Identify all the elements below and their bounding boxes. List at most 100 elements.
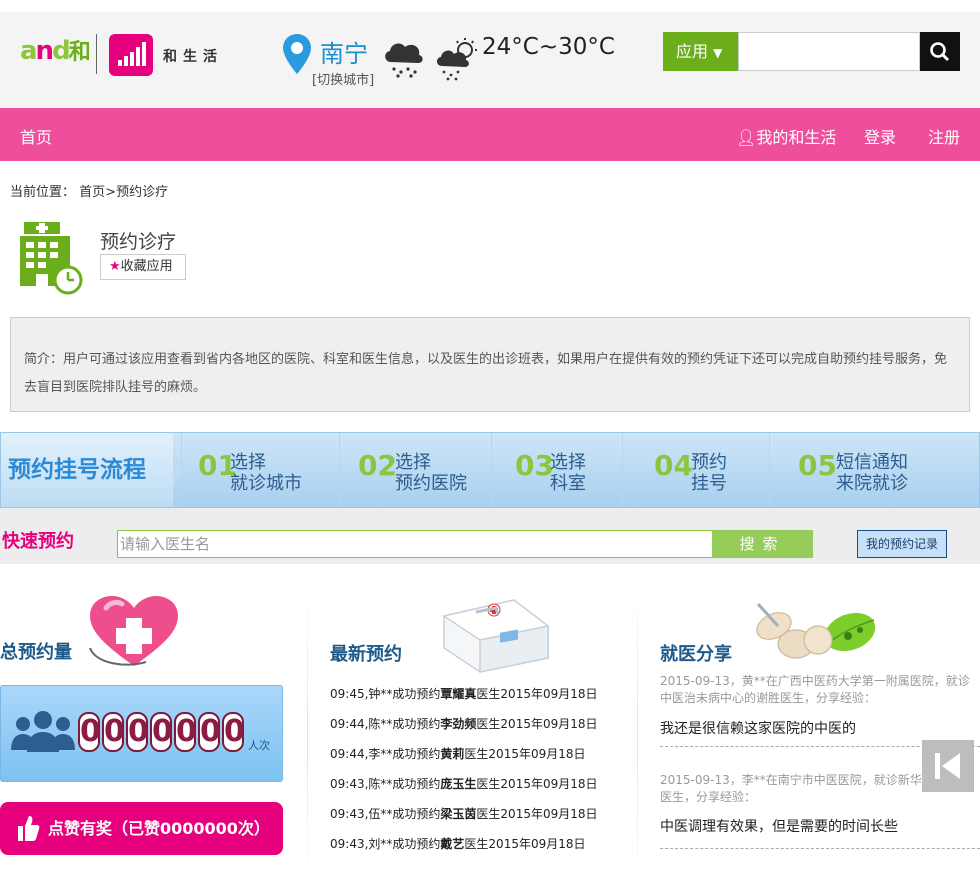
breadcrumb-separator: > bbox=[105, 185, 117, 200]
people-group-icon bbox=[11, 711, 75, 752]
booking-digits: 0 0 0 0 0 0 0 bbox=[78, 712, 245, 752]
doctor-name-input[interactable]: 请输入医生名 bbox=[117, 530, 713, 558]
app-intro: 简介：用户可通过该应用查看到省内各地区的医院、科室和医生信息，以及医生的出诊班表… bbox=[10, 317, 970, 412]
share-title: 就医分享 bbox=[660, 644, 732, 665]
share-text[interactable]: 中医调理有效果，但是需要的时间长些 bbox=[660, 816, 898, 836]
thumbs-up-icon bbox=[18, 816, 40, 841]
recent-doctor: 覃耀真 bbox=[440, 687, 477, 701]
share-divider bbox=[660, 848, 980, 849]
recent-item-suffix: 医生2015年09月18日 bbox=[476, 717, 598, 731]
total-bookings-title: 总预约量 bbox=[0, 642, 72, 663]
nav-home[interactable]: 首页 bbox=[20, 124, 52, 148]
sun-cloud-rain-icon bbox=[436, 38, 477, 81]
recent-item-prefix: 09:43,陈**成功预约 bbox=[330, 777, 441, 791]
recent-item[interactable]: 09:44,陈**成功预约李劲频医生2015年09月18日 bbox=[330, 715, 598, 732]
flow-step-2: 02 选择 预约医院 bbox=[339, 433, 491, 507]
flow-step-3: 03 选择 科室 bbox=[491, 433, 622, 507]
like-label: 点赞有奖（已赞0000000次） bbox=[48, 819, 270, 838]
booking-flow: 预约挂号流程 01 选择 就诊城市 02 选择 预约医院 03 选择 科室 04 预约… bbox=[0, 432, 980, 508]
recent-doctor: 梁玉茵 bbox=[440, 807, 477, 821]
nav-my-life[interactable]: 👤︎我的和生活 bbox=[736, 124, 836, 148]
digit: 0 bbox=[78, 712, 101, 752]
recent-item-prefix: 09:43,伍**成功预约 bbox=[330, 807, 441, 821]
breadcrumb-home[interactable]: 首页 bbox=[79, 185, 105, 200]
digit: 0 bbox=[102, 712, 125, 752]
recent-doctor: 李劲频 bbox=[440, 717, 477, 731]
share-text[interactable]: 我还是很信赖这家医院的中医的 bbox=[660, 718, 856, 738]
first-aid-kit-icon bbox=[442, 599, 550, 673]
recent-item-suffix: 医生2015年09月18日 bbox=[464, 747, 586, 761]
favorite-label: 收藏应用 bbox=[120, 259, 173, 274]
step-line2: 挂号 bbox=[691, 473, 727, 494]
step-label: 选择 就诊城市 bbox=[230, 452, 302, 494]
site-search-input[interactable] bbox=[738, 32, 920, 71]
flow-step-5: 05 短信通知 来院就诊 bbox=[769, 433, 979, 507]
digit: 0 bbox=[198, 712, 221, 752]
quick-booking: 快速预约 请输入医生名 搜索 我的预约记录 bbox=[0, 508, 980, 564]
recent-item[interactable]: 09:43,刘**成功预约戴艺医生2015年09月18日 bbox=[330, 835, 586, 852]
step-label: 选择 科室 bbox=[550, 452, 586, 494]
step-line2: 预约医院 bbox=[395, 473, 467, 494]
recent-doctor: 黄莉 bbox=[440, 747, 465, 761]
nav-login[interactable]: 登录 bbox=[864, 124, 896, 148]
site-header: and和 和生活 南宁 [切换城市] 24°C~30°C 应用 ▼ bbox=[0, 12, 980, 108]
step-line1: 选择 bbox=[395, 452, 431, 473]
nav-register[interactable]: 注册 bbox=[928, 124, 960, 148]
step-label: 短信通知 来院就诊 bbox=[836, 452, 908, 494]
doctor-search-button[interactable]: 搜索 bbox=[712, 530, 813, 558]
digit: 0 bbox=[174, 712, 197, 752]
recent-item-suffix: 医生2015年09月18日 bbox=[476, 687, 598, 701]
switch-city-link[interactable]: [切换城市] bbox=[312, 69, 374, 88]
recent-item-prefix: 09:44,李**成功预约 bbox=[330, 747, 441, 761]
recent-item[interactable]: 09:45,钟**成功预约覃耀真医生2015年09月18日 bbox=[330, 685, 598, 702]
recent-doctor: 庞玉生 bbox=[440, 777, 477, 791]
app-title: 预约诊疗 bbox=[100, 231, 177, 253]
step-number: 05 bbox=[798, 449, 837, 482]
favorite-button[interactable]: ★收藏应用 bbox=[100, 254, 186, 280]
recent-bookings-title: 最新预约 bbox=[330, 644, 402, 665]
recent-item-prefix: 09:45,钟**成功预约 bbox=[330, 687, 441, 701]
heart-cross-icon bbox=[89, 596, 178, 666]
flow-step-4: 04 预约 挂号 bbox=[622, 433, 769, 507]
recent-item-suffix: 医生2015年09月18日 bbox=[476, 807, 598, 821]
brand-name[interactable]: 和生活 bbox=[163, 46, 223, 66]
recent-item[interactable]: 09:44,李**成功预约黄莉医生2015年09月18日 bbox=[330, 745, 586, 762]
counter-unit: 人次 bbox=[248, 739, 270, 752]
like-button[interactable]: 点赞有奖（已赞0000000次） bbox=[0, 802, 283, 855]
search-button[interactable] bbox=[920, 32, 960, 71]
step-line1: 选择 bbox=[550, 452, 586, 473]
my-records-button[interactable]: 我的预约记录 bbox=[857, 530, 947, 558]
logo-divider bbox=[96, 34, 97, 74]
location-pin-icon bbox=[283, 34, 311, 74]
search-icon bbox=[930, 42, 950, 62]
recent-item[interactable]: 09:43,陈**成功预约庞玉生医生2015年09月18日 bbox=[330, 775, 598, 792]
recent-doctor: 戴艺 bbox=[440, 837, 465, 851]
breadcrumb-prefix: 当前位置： bbox=[10, 185, 76, 200]
recent-item[interactable]: 09:43,伍**成功预约梁玉茵医生2015年09月18日 bbox=[330, 805, 598, 822]
city-name[interactable]: 南宁 bbox=[320, 34, 368, 69]
column-divider bbox=[637, 585, 638, 885]
recent-item-prefix: 09:44,陈**成功预约 bbox=[330, 717, 441, 731]
signal-bars-icon[interactable] bbox=[109, 34, 153, 76]
step-label: 预约 挂号 bbox=[691, 452, 727, 494]
bandage-leaf-icon bbox=[756, 602, 876, 659]
app-menu-label: 应用 bbox=[676, 42, 709, 61]
step-line2: 就诊城市 bbox=[230, 473, 302, 494]
flow-step-1: 01 选择 就诊城市 bbox=[181, 433, 339, 507]
recent-item-suffix: 医生2015年09月18日 bbox=[464, 837, 586, 851]
hospital-clock-icon bbox=[20, 222, 83, 295]
app-menu-button[interactable]: 应用 ▼ bbox=[663, 32, 738, 71]
recent-item-prefix: 09:43,刘**成功预约 bbox=[330, 837, 441, 851]
step-number: 02 bbox=[358, 449, 397, 482]
step-number: 04 bbox=[654, 449, 693, 482]
step-line1: 选择 bbox=[230, 452, 266, 473]
back-to-top-button[interactable] bbox=[922, 740, 974, 792]
column-divider bbox=[307, 585, 308, 885]
skip-back-icon bbox=[935, 753, 960, 779]
digit: 0 bbox=[222, 712, 245, 752]
and-logo[interactable]: and和 bbox=[20, 34, 91, 66]
step-label: 选择 预约医院 bbox=[395, 452, 467, 494]
step-number: 03 bbox=[515, 449, 554, 482]
flow-title: 预约挂号流程 bbox=[1, 433, 173, 507]
step-line2: 来院就诊 bbox=[836, 473, 908, 494]
